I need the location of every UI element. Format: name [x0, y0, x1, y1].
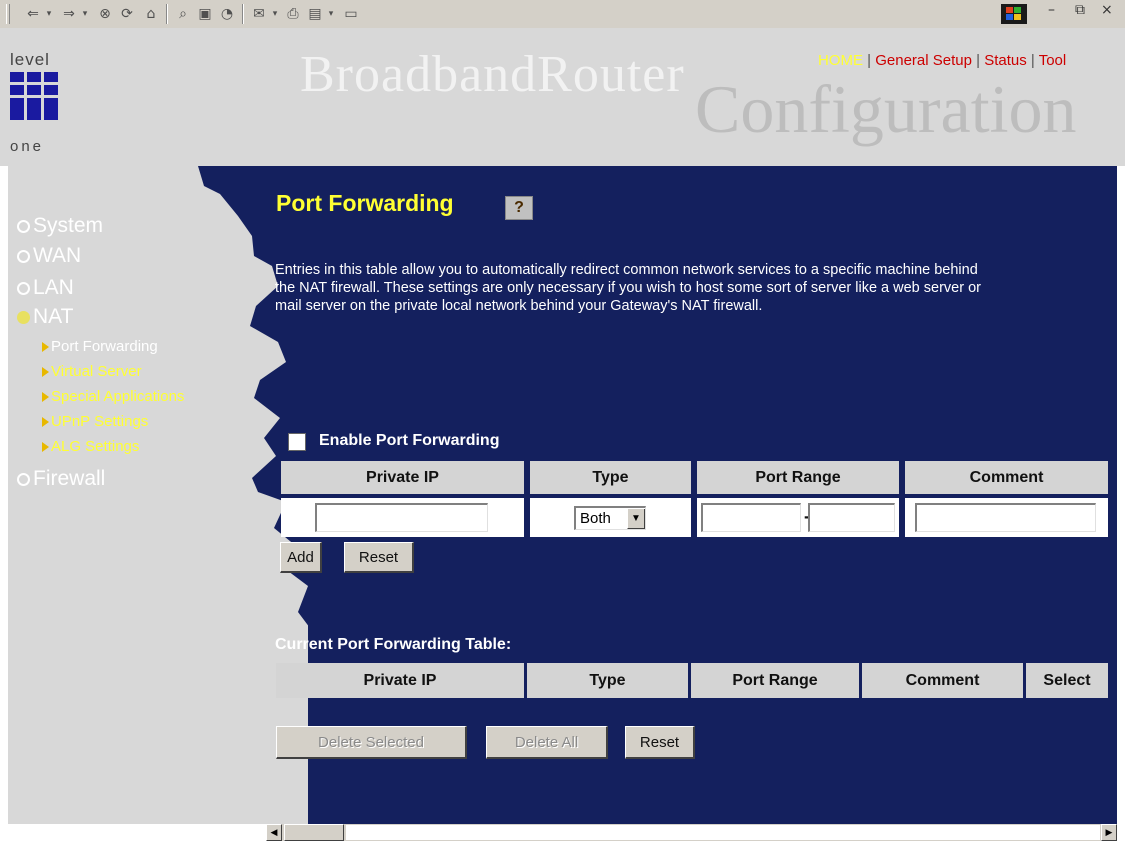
discuss-icon[interactable]: ▭	[342, 4, 360, 24]
port-range-start-input[interactable]	[701, 503, 801, 532]
header-type: Type	[530, 461, 691, 494]
sidebar-subitem-label: UPnP Settings	[51, 413, 149, 430]
sidebar-subitem-special-applications[interactable]: Special Applications	[42, 388, 184, 405]
mail-dropdown-icon[interactable]: ▾	[270, 4, 280, 24]
nav-general-setup-link[interactable]: General Setup	[875, 52, 972, 69]
page-description: Entries in this table allow you to autom…	[275, 262, 981, 314]
radio-filled-icon	[17, 310, 30, 324]
reset-button[interactable]: Reset	[344, 542, 414, 573]
scroll-left-icon[interactable]: ◀	[266, 824, 282, 841]
browser-toolbar: ⇐ ▾ ⇒ ▾ ⊗ ⟳ ⌂ ⌕ ▣ ◔ ✉ ▾ ⎙ ▤ ▾ ▭ – ⧉ ×	[0, 0, 1125, 29]
sidebar-item-nat[interactable]: NAT	[17, 305, 73, 329]
header-comment: Comment	[905, 461, 1108, 494]
table-header-port-range: Port Range	[691, 663, 859, 698]
chevron-down-icon: ▼	[627, 508, 645, 529]
sidebar-item-lan[interactable]: LAN	[17, 276, 74, 300]
reset-table-button[interactable]: Reset	[625, 726, 695, 759]
logo-text-top: level	[10, 50, 50, 69]
levelone-logo-icon	[10, 72, 58, 120]
sidebar-item-label: LAN	[33, 276, 74, 299]
arrow-right-icon	[42, 416, 49, 427]
sidebar-subitem-alg-settings[interactable]: ALG Settings	[42, 438, 139, 455]
sidebar-item-label: Firewall	[33, 467, 106, 490]
toolbar-grip	[6, 4, 10, 24]
scroll-right-icon[interactable]: ▶	[1101, 824, 1117, 841]
restore-icon[interactable]: ⧉	[1075, 2, 1085, 18]
back-dropdown-icon[interactable]: ▾	[44, 4, 54, 24]
delete-all-button[interactable]: Delete All	[486, 726, 608, 759]
private-ip-input[interactable]	[315, 503, 488, 532]
sidebar-item-firewall[interactable]: Firewall	[17, 467, 105, 491]
sidebar-item-label: NAT	[33, 305, 74, 328]
back-icon[interactable]: ⇐	[24, 4, 42, 24]
table-header-private-ip: Private IP	[276, 663, 524, 698]
header-private-ip: Private IP	[281, 461, 524, 494]
search-icon[interactable]: ⌕	[174, 4, 192, 24]
radio-circle-icon	[17, 219, 30, 233]
brand-subtitle: Configuration	[695, 71, 1077, 147]
toolbar-separator	[242, 4, 244, 24]
minimize-icon[interactable]: –	[1048, 2, 1055, 18]
arrow-right-icon	[42, 366, 49, 377]
brand-title: BroadbandRouter	[300, 46, 685, 103]
table-header-type: Type	[527, 663, 688, 698]
forward-icon[interactable]: ⇒	[60, 4, 78, 24]
nav-tool-link[interactable]: Tool	[1039, 52, 1067, 69]
add-button[interactable]: Add	[280, 542, 322, 573]
top-navigation: HOME | General Setup | Status | Tool	[818, 52, 1066, 69]
enable-port-forwarding-checkbox[interactable]	[288, 433, 306, 451]
sidebar-subitem-label: Special Applications	[51, 388, 185, 405]
sidebar-subitem-port-forwarding[interactable]: Port Forwarding	[42, 338, 158, 355]
history-icon[interactable]: ◔	[218, 4, 236, 24]
table-header-comment: Comment	[862, 663, 1023, 698]
sidebar-subitem-label: ALG Settings	[51, 438, 140, 455]
radio-circle-icon	[17, 472, 30, 486]
close-icon[interactable]: ×	[1101, 2, 1113, 18]
sidebar-item-wan[interactable]: WAN	[17, 244, 81, 268]
sidebar-item-system[interactable]: System	[17, 214, 103, 238]
page-title: Port Forwarding	[276, 190, 454, 216]
nav-status-link[interactable]: Status	[984, 52, 1027, 69]
sidebar-item-label: System	[33, 214, 104, 237]
nav-separator: |	[1026, 52, 1039, 69]
type-select[interactable]: Both ▼	[574, 506, 646, 530]
table-header-select: Select	[1026, 663, 1108, 698]
nav-separator: |	[863, 52, 876, 69]
windows-logo-icon	[1001, 4, 1027, 24]
forward-dropdown-icon[interactable]: ▾	[80, 4, 90, 24]
delete-selected-button[interactable]: Delete Selected	[276, 726, 467, 759]
logo-text-bottom: one	[10, 138, 45, 155]
arrow-right-icon	[42, 441, 49, 452]
toolbar-separator	[166, 4, 168, 24]
type-select-value: Both	[580, 510, 611, 527]
nav-home-link[interactable]: HOME	[818, 52, 863, 69]
refresh-icon[interactable]: ⟳	[118, 4, 136, 24]
edit-dropdown-icon[interactable]: ▾	[326, 4, 336, 24]
scrollbar-thumb[interactable]	[284, 824, 344, 841]
sidebar-subitem-upnp-settings[interactable]: UPnP Settings	[42, 413, 148, 430]
scrollbar-track[interactable]	[346, 825, 1100, 840]
favorites-icon[interactable]: ▣	[196, 4, 214, 24]
arrow-right-icon	[42, 391, 49, 402]
enable-port-forwarding-label: Enable Port Forwarding	[319, 432, 500, 449]
home-icon[interactable]: ⌂	[142, 4, 160, 24]
print-icon[interactable]: ⎙	[284, 4, 302, 24]
header-port-range: Port Range	[697, 461, 899, 494]
help-icon[interactable]: ?	[505, 196, 533, 220]
current-table-title: Current Port Forwarding Table:	[275, 636, 512, 653]
radio-circle-icon	[17, 249, 30, 263]
edit-icon[interactable]: ▤	[306, 4, 324, 24]
radio-circle-icon	[17, 281, 30, 295]
sidebar-subitem-label: Port Forwarding	[51, 338, 158, 355]
sidebar-item-label: WAN	[33, 244, 82, 267]
sidebar-subitem-label: Virtual Server	[51, 363, 142, 380]
stop-icon[interactable]: ⊗	[96, 4, 114, 24]
comment-input[interactable]	[915, 503, 1096, 532]
arrow-right-icon	[42, 341, 49, 352]
nav-separator: |	[971, 52, 985, 69]
sidebar-subitem-virtual-server[interactable]: Virtual Server	[42, 363, 142, 380]
mail-icon[interactable]: ✉	[250, 4, 268, 24]
horizontal-scrollbar[interactable]: ◀ ▶	[266, 824, 1117, 841]
port-range-end-input[interactable]	[808, 503, 895, 532]
